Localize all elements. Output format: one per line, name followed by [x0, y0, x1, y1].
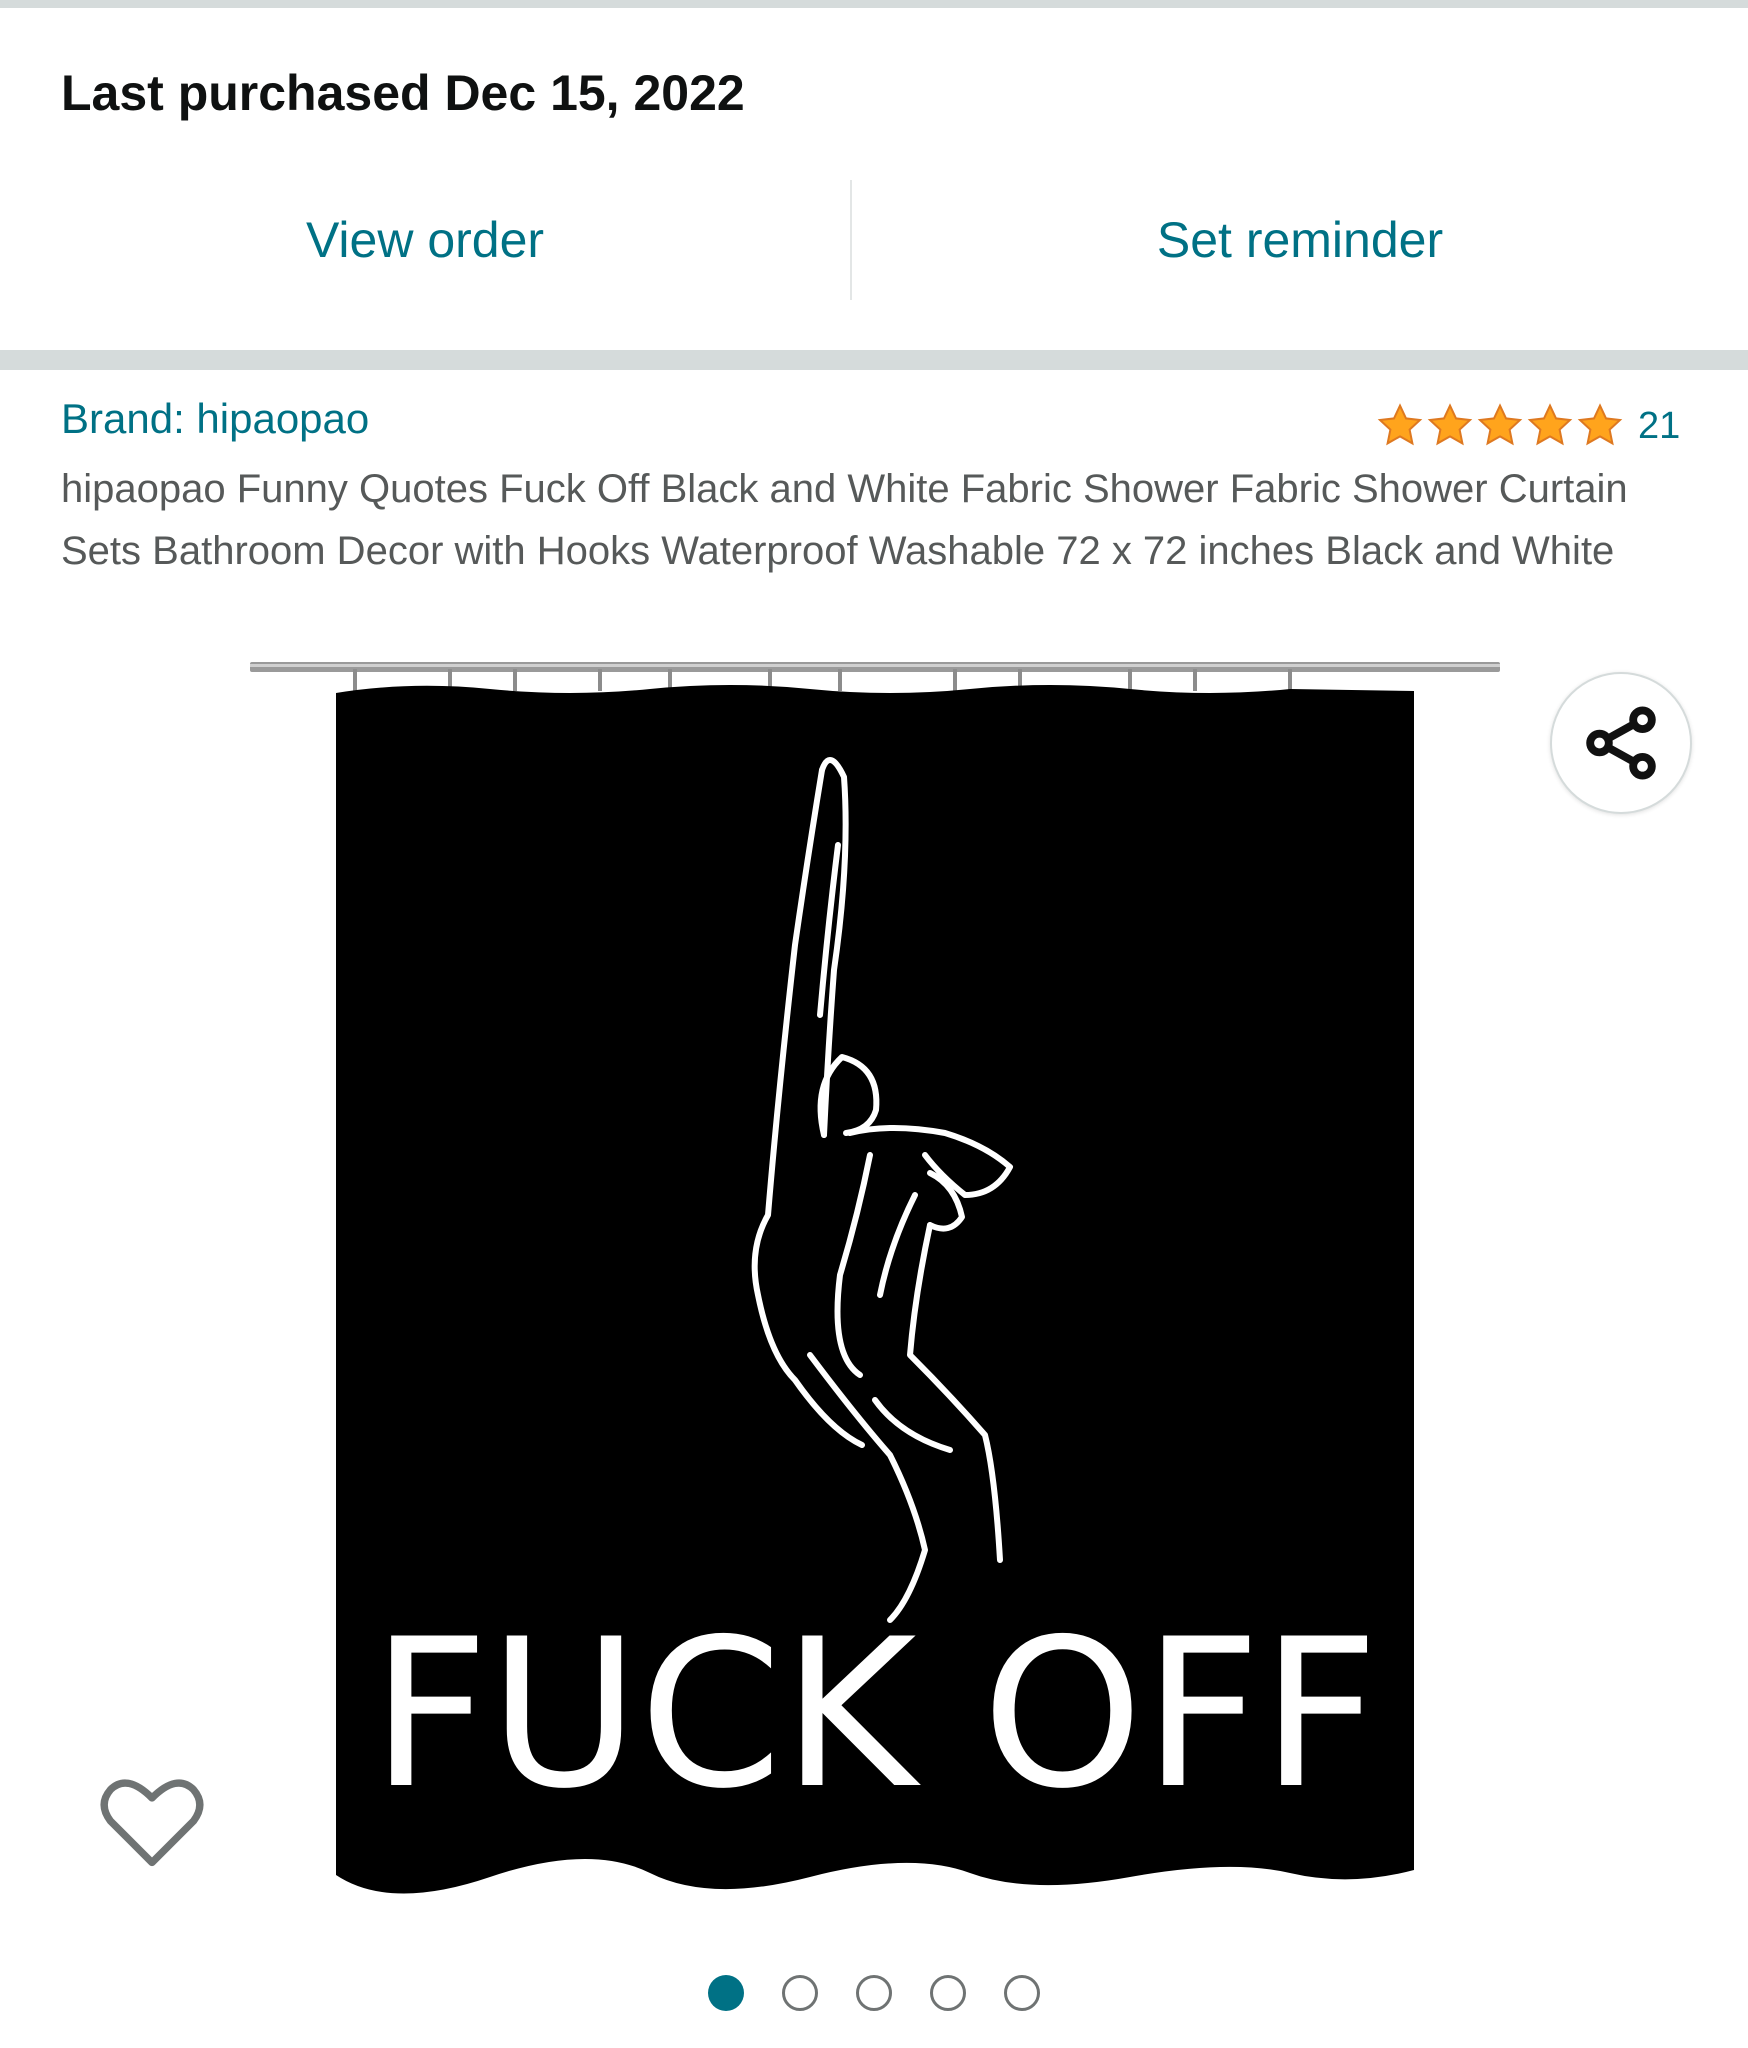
- section-separator: [0, 350, 1748, 370]
- star-icon: [1527, 403, 1573, 446]
- share-button[interactable]: [1550, 672, 1692, 814]
- rating-summary[interactable]: 21: [1376, 402, 1680, 450]
- image-carousel-dots: [0, 1975, 1748, 2011]
- carousel-dot[interactable]: [708, 1975, 744, 2011]
- star-icon: [1577, 403, 1623, 446]
- carousel-dot[interactable]: [856, 1975, 892, 2011]
- heart-icon: [100, 1779, 204, 1867]
- share-icon: [1586, 706, 1656, 780]
- star-icon: [1377, 403, 1423, 446]
- top-separator: [0, 0, 1748, 8]
- brand-link[interactable]: Brand: hipaopao: [61, 395, 369, 443]
- set-reminder-button[interactable]: Set reminder: [852, 180, 1748, 300]
- view-order-button[interactable]: View order: [0, 180, 850, 300]
- carousel-dot[interactable]: [782, 1975, 818, 2011]
- product-title: hipaopao Funny Quotes Fuck Off Black and…: [61, 467, 1628, 573]
- shower-curtain-image: FUCK OFF: [250, 662, 1500, 1894]
- carousel-dot[interactable]: [1004, 1975, 1040, 2011]
- review-count: 21: [1638, 404, 1681, 447]
- product-image[interactable]: FUCK OFF: [250, 655, 1500, 1895]
- star-icon: [1427, 403, 1473, 446]
- star-rating: [1376, 402, 1624, 450]
- last-purchased-heading: Last purchased Dec 15, 2022: [61, 65, 745, 121]
- curtain-text: FUCK OFF: [371, 1596, 1379, 1834]
- star-icon: [1477, 403, 1523, 446]
- order-actions: View order Set reminder: [0, 180, 1748, 300]
- add-to-list-button[interactable]: [100, 1775, 204, 1871]
- carousel-dot[interactable]: [930, 1975, 966, 2011]
